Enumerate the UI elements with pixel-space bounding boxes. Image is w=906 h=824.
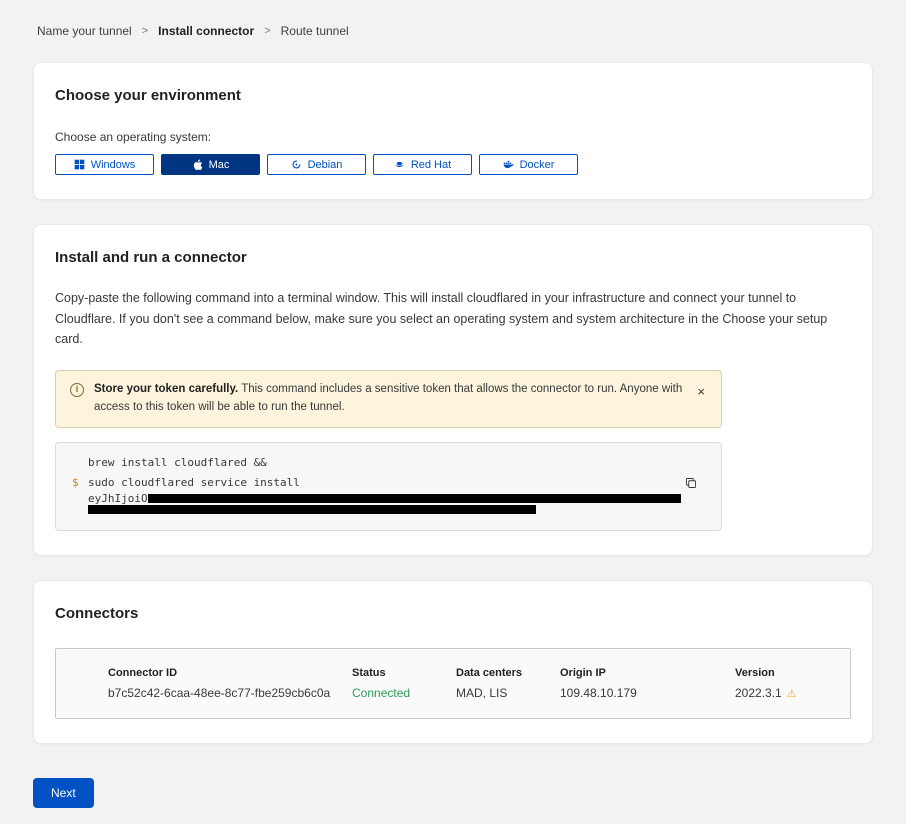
connectors-card: Connectors Connector ID Status Data cent… (33, 580, 873, 744)
os-button-group: Windows Mac Debian Red Hat Docker (55, 154, 851, 175)
token-line: eyJhIjoiO (72, 493, 705, 505)
redhat-icon (394, 159, 405, 170)
connectors-card-title: Connectors (55, 605, 851, 622)
breadcrumb-item-install-connector[interactable]: Install connector (158, 24, 254, 38)
terminal-prompt: $ (72, 473, 88, 493)
os-button-mac[interactable]: Mac (161, 154, 260, 175)
cell-status: Connected (352, 686, 456, 700)
redacted-token-bar (88, 505, 536, 514)
copy-icon (685, 477, 697, 489)
apple-icon (192, 159, 203, 170)
os-button-label: Mac (209, 159, 230, 171)
connectors-table: Connector ID Status Data centers Origin … (55, 648, 851, 719)
column-header-status: Status (352, 667, 456, 679)
token-warning-banner: i Store your token carefully. This comma… (55, 370, 722, 428)
breadcrumb-item-route-tunnel[interactable]: Route tunnel (281, 24, 349, 38)
os-button-docker[interactable]: Docker (479, 154, 578, 175)
column-header-origin-ip: Origin IP (560, 667, 735, 679)
debian-icon (291, 159, 302, 170)
os-button-debian[interactable]: Debian (267, 154, 366, 175)
next-button[interactable]: Next (33, 778, 94, 808)
code-line-service-install: $ sudo cloudflared service install (72, 473, 705, 493)
breadcrumb-item-name-your-tunnel[interactable]: Name your tunnel (37, 24, 132, 38)
token-warning-text: Store your token carefully. This command… (94, 381, 683, 417)
copy-button[interactable] (683, 475, 699, 491)
connectors-table-header: Connector ID Status Data centers Origin … (56, 649, 850, 679)
os-button-redhat[interactable]: Red Hat (373, 154, 472, 175)
cell-origin-ip: 109.48.10.179 (560, 686, 735, 700)
environment-card: Choose your environment Choose an operat… (33, 62, 873, 200)
breadcrumb-separator: > (142, 25, 148, 37)
install-description: Copy-paste the following command into a … (55, 288, 851, 350)
os-button-label: Docker (520, 159, 555, 171)
environment-card-title: Choose your environment (55, 87, 851, 104)
info-icon: i (70, 383, 84, 397)
version-warning-icon: ⚠ (787, 688, 797, 700)
os-button-label: Debian (308, 159, 343, 171)
tunnel-setup-page: Name your tunnel > Install connector > R… (0, 0, 906, 824)
install-command-code-block: brew install cloudflared && $ sudo cloud… (55, 442, 722, 531)
redacted-token-bar (148, 494, 681, 503)
code-line-brew: brew install cloudflared && (72, 453, 705, 473)
token-line-2 (72, 505, 705, 514)
breadcrumb-separator: > (264, 25, 270, 37)
install-card: Install and run a connector Copy-paste t… (33, 224, 873, 556)
token-warning-bold: Store your token carefully. (94, 383, 238, 395)
close-icon[interactable]: × (693, 383, 709, 400)
cell-data-centers: MAD, LIS (456, 686, 560, 700)
os-button-label: Red Hat (411, 159, 451, 171)
install-card-title: Install and run a connector (55, 249, 851, 266)
table-row: b7c52c42-6caa-48ee-8c77-fbe259cb6c0a Con… (56, 679, 850, 718)
column-header-connector-id: Connector ID (108, 667, 352, 679)
cell-connector-id: b7c52c42-6caa-48ee-8c77-fbe259cb6c0a (108, 686, 352, 700)
token-prefix: eyJhIjoiO (88, 493, 148, 505)
os-select-label: Choose an operating system: (55, 130, 851, 144)
column-header-version: Version (735, 667, 826, 679)
breadcrumb: Name your tunnel > Install connector > R… (33, 24, 873, 38)
os-button-windows[interactable]: Windows (55, 154, 154, 175)
cell-version: 2022.3.1⚠ (735, 686, 826, 700)
column-header-data-centers: Data centers (456, 667, 560, 679)
docker-icon (503, 159, 514, 170)
os-button-label: Windows (91, 159, 136, 171)
windows-icon (74, 159, 85, 170)
